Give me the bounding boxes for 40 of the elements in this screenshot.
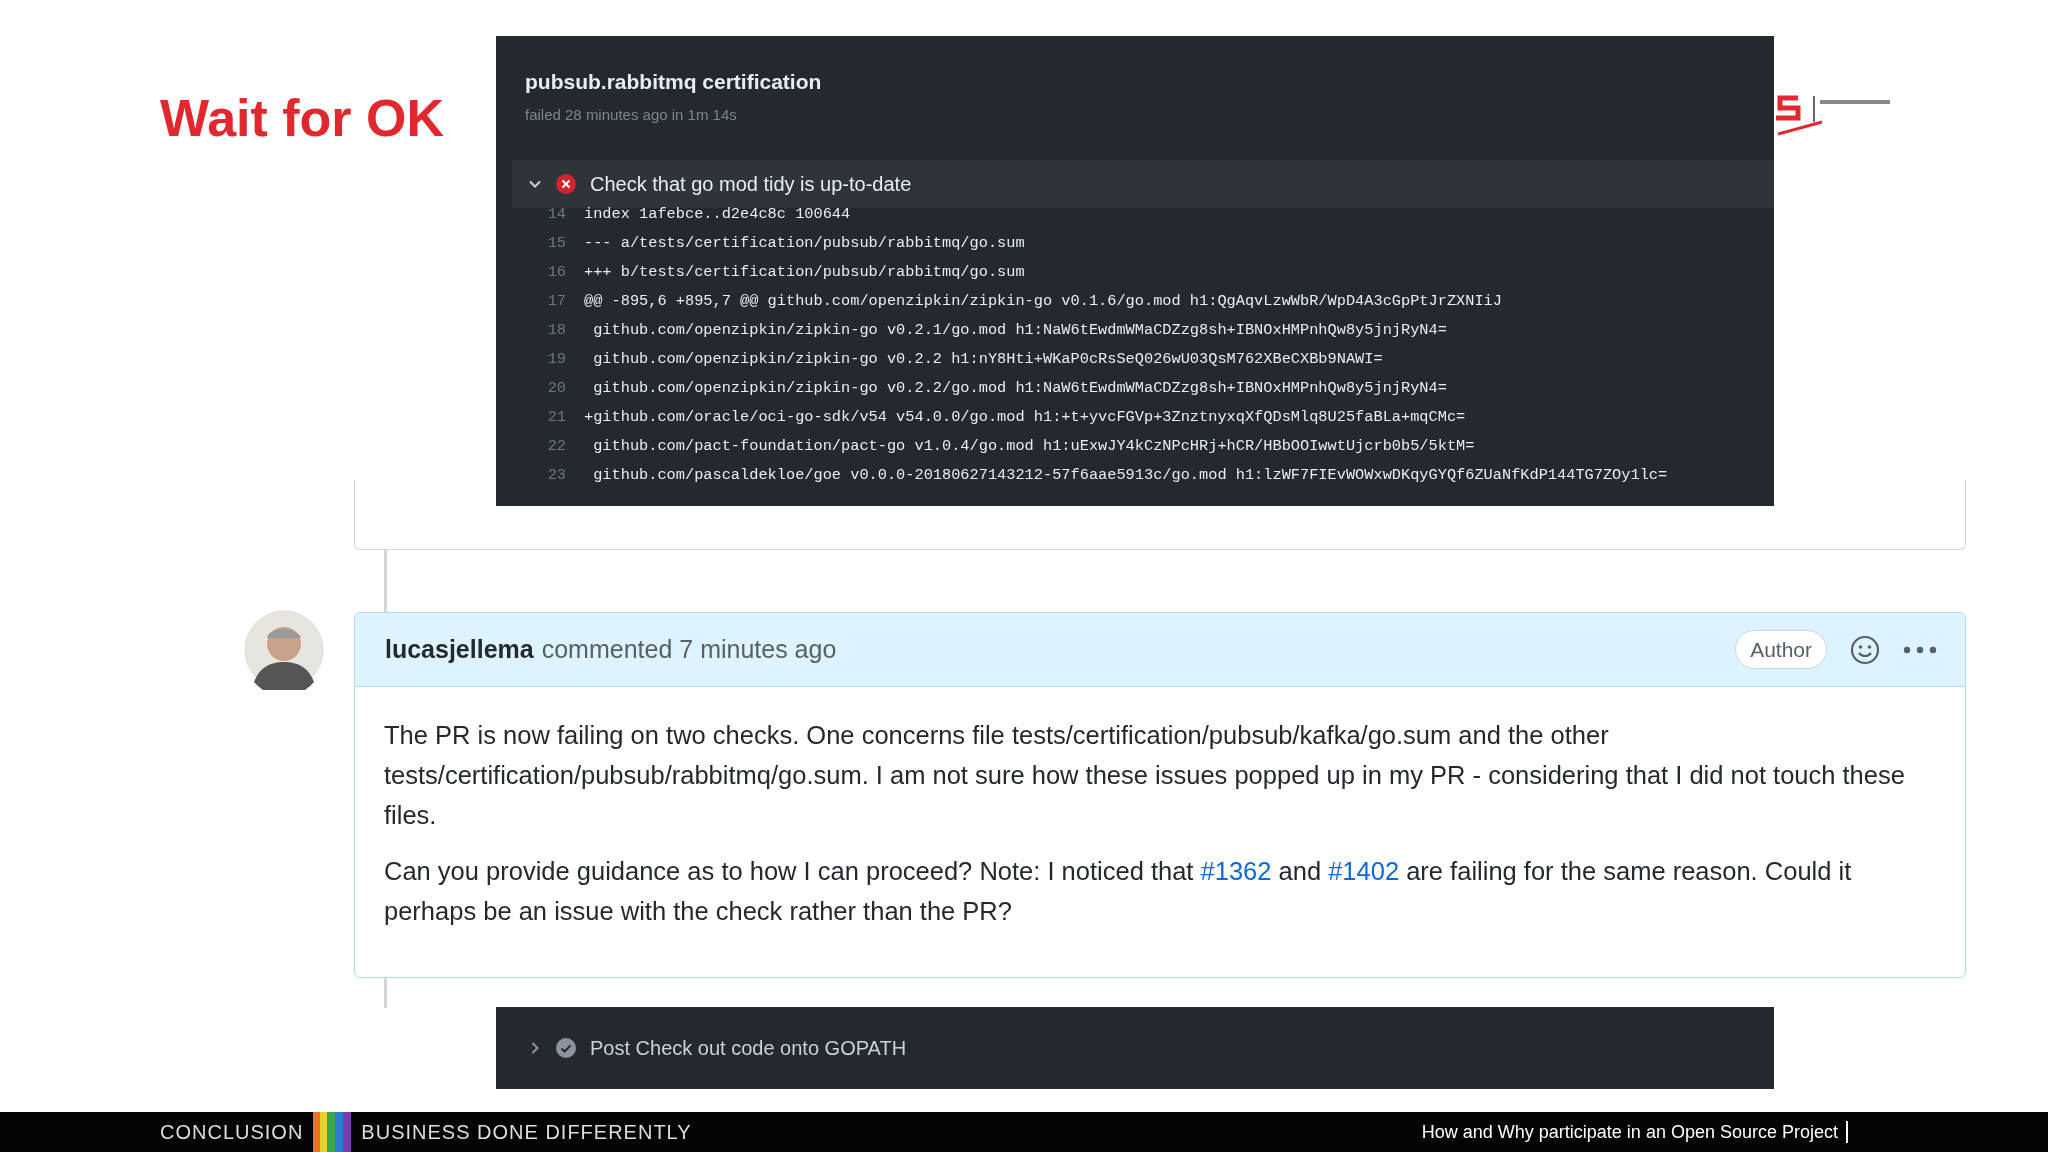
log-line: github.com/openzipkin/zipkin-go v0.2.2 h1:nY8Hti+WKaP0cRsSeQ026wU03QsM762XBeCXBb9NAWI=	[592, 349, 1383, 370]
step-header[interactable]: Check that go mod tidy is up-to-date	[512, 160, 1774, 208]
talk-title: How and Why participate in an Open Source Project	[1421, 1120, 1838, 1144]
footer-tagline: BUSINESS DONE DIFFERENTLY	[361, 1120, 692, 1145]
author-name[interactable]: lucasjellema	[385, 630, 534, 669]
line-number: 16	[546, 262, 567, 283]
line-number: 23	[546, 465, 567, 486]
text-cursor	[1846, 1121, 1848, 1143]
log-line: github.com/pact-foundation/pact-go v1.0.4/go.mod h1:uExwJY4kCzNPcHRj+hCR/HBbOOIwwtUjcrb0b5/5ktM=	[592, 436, 1475, 457]
emoji-icon[interactable]	[1849, 633, 1881, 666]
step-label: Post Check out code onto GOPATH	[590, 1036, 907, 1061]
comment-paragraph: The PR is now failing on two checks. One concerns file tests/certification/pubsub/kafka/go.sum and the other tests/certification/pubsub/rabbitmq/go.sum. I am not sure how these issues popped up in my PR - considering that I did not touch these files.	[384, 720, 1905, 831]
job-status: failed 28 minutes ago in 1m 14s	[525, 104, 738, 125]
footer-section: CONCLUSION	[160, 1117, 304, 1147]
line-number: 15	[546, 233, 567, 254]
log-line: --- a/tests/certification/pubsub/rabbitmq/go.sum	[584, 233, 1025, 254]
line-number: 18	[546, 320, 567, 341]
avatar[interactable]	[244, 610, 324, 690]
comment-time: commented 7 minutes ago	[541, 633, 837, 665]
log-line: @@ -895,6 +895,7 @@ github.com/openzipkin/zipkin-go v0.1.6/go.mod h1:QgAqvLzwWbR/WpD4A3cGpPtJrZXNIiJ	[584, 291, 1502, 312]
step-label: Check that go mod tidy is up-to-date	[590, 172, 912, 197]
step-row[interactable]: Post Check out code onto GOPATH	[496, 1007, 1774, 1089]
line-number: 21	[546, 407, 567, 428]
log-line: github.com/pascaldekloe/goe v0.0.0-20180627143212-57f6aae5913c/go.mod h1:lzWF7FIEvWOWxwDKqyGYQf6ZUaNfKdP144TG7ZOy1lc=	[592, 465, 1668, 486]
log-line: github.com/openzipkin/zipkin-go v0.2.1/go.mod h1:NaW6tEwdmWMaCDZzg8sh+IBNOxHMPnhQw8y5jnjRyN4=	[592, 320, 1447, 341]
author-label: Author	[1735, 629, 1827, 670]
line-number: 20	[546, 378, 567, 399]
job-title: pubsub.rabbitmq certification	[525, 69, 823, 95]
issue-link[interactable]: #1402	[1328, 857, 1400, 885]
slide-title: Wait for OK	[160, 88, 445, 148]
line-number: 22	[546, 436, 567, 457]
line-number: 17	[546, 291, 567, 312]
more-icon[interactable]	[1903, 645, 1937, 654]
line-number: 19	[546, 349, 567, 370]
log-line: +++ b/tests/certification/pubsub/rabbitmq/go.sum	[584, 262, 1025, 283]
comment-paragraph: Can you provide guidance as to how I can proceed? Note: I noticed that #1362 and #1402 are failing for the same reason. Could it perhaps be an issue with the check rather than the PR?	[384, 856, 1853, 927]
log-line: +github.com/oracle/oci-go-sdk/v54 v54.0.0/go.mod h1:+t+yvcFGVp+3ZnztnyxqXfQDsMlq8U25faBLa+mqCMc=	[584, 407, 1466, 428]
stripes-icon	[313, 1112, 352, 1152]
log-line: github.com/openzipkin/zipkin-go v0.2.2/go.mod h1:NaW6tEwdmWMaCDZzg8sh+IBNOxHMPnhQw8y5jnjRyN4=	[592, 378, 1447, 399]
issue-link[interactable]: #1362	[1200, 857, 1272, 885]
